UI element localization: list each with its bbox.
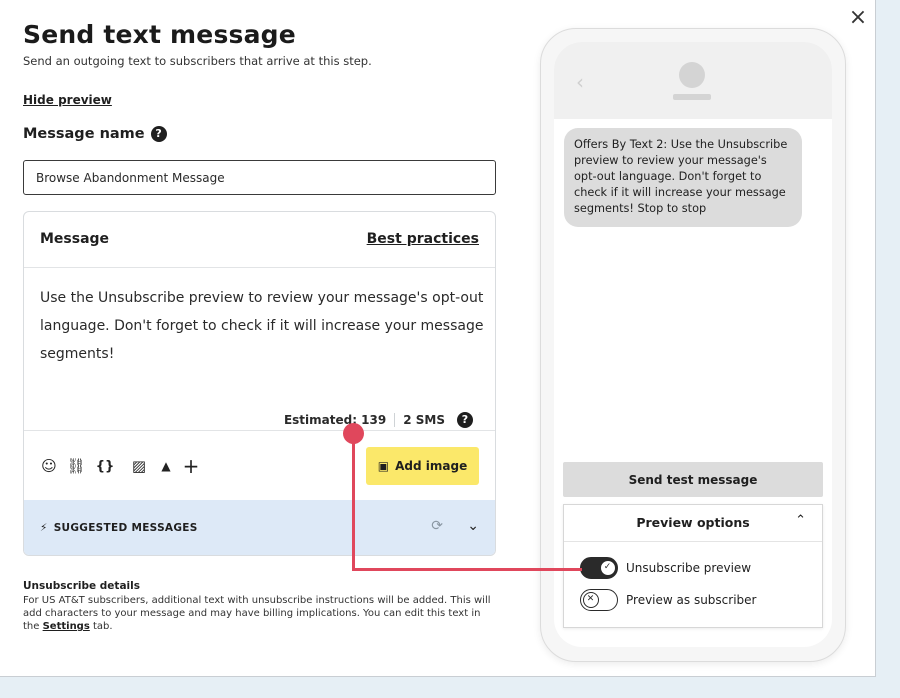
suggested-messages-bar[interactable]: ⚡ SUGGESTED MESSAGES ⟳ ⌄ [24,500,495,555]
help-icon[interactable]: ? [457,412,473,428]
message-name-label: Message name ? [23,126,167,142]
message-card-title: Message [40,231,110,247]
preview-as-subscriber-toggle[interactable]: ✕ [580,589,618,611]
suggested-messages-text: SUGGESTED MESSAGES [53,522,198,534]
preview-as-subscriber-toggle-row[interactable]: ✕ Preview as subscriber [580,589,756,611]
best-practices-link[interactable]: Best practices [367,231,479,247]
message-body-editor[interactable]: Use the Unsubscribe preview to review yo… [40,284,485,368]
unsubscribe-preview-toggle[interactable]: ✓ [580,557,618,579]
unsubscribe-preview-toggle-row[interactable]: ✓ Unsubscribe preview [580,557,751,579]
annotation-connector-vertical [352,432,355,571]
preview-options-title: Preview options [636,515,750,530]
preview-options-panel: Preview options ⌃ ✓ Unsubscribe preview … [563,504,823,628]
unsubscribe-text-after: tab. [89,621,113,632]
check-icon: ✓ [599,559,616,576]
unsubscribe-preview-label: Unsubscribe preview [626,561,752,575]
variables-icon[interactable]: {} [94,455,116,477]
page-subtitle: Send an outgoing text to subscribers tha… [23,54,372,68]
divider [394,413,396,427]
chevron-down-icon[interactable]: ⌄ [467,518,479,534]
phone-header: ‹ [554,42,832,119]
send-text-modal: × Send text message Send an outgoing tex… [0,0,876,677]
back-icon: ‹ [576,70,584,94]
contact-name-placeholder [673,94,711,100]
preview-as-subscriber-label: Preview as subscriber [626,593,757,607]
preview-options-header[interactable]: Preview options ⌃ [564,505,822,542]
suggested-messages-label: ⚡ SUGGESTED MESSAGES [40,522,198,534]
magic-wand-icon: ⚡ [40,522,48,534]
message-name-input[interactable] [23,160,496,195]
unsubscribe-details-body: For US AT&T subscribers, additional text… [23,594,498,633]
refresh-icon[interactable]: ⟳ [431,518,443,534]
hide-preview-link[interactable]: Hide preview [23,93,112,107]
message-card: Message Best practices Use the Unsubscri… [23,211,496,556]
bell-icon[interactable]: ▲ [155,455,177,477]
send-test-message-button[interactable]: Send test message [563,462,823,497]
link-icon[interactable]: ⛓ [65,455,87,477]
unsubscribe-details-title: Unsubscribe details [23,580,140,592]
emoji-icon[interactable]: ☺ [38,455,60,477]
add-image-label: Add image [395,459,468,473]
message-bubble: Offers By Text 2: Use the Unsubscribe pr… [564,128,802,227]
message-name-label-text: Message name [23,126,145,142]
estimated-count: Estimated: 139 [283,413,387,427]
image-gif-icon[interactable]: ▨ [128,455,150,477]
image-icon: ▣ [377,459,390,473]
x-icon: ✕ [582,591,599,608]
sms-count: 2 SMS [403,413,445,427]
message-toolbar: ☺ ⛓ {} ▨ ▲ + ▣ Add image [24,430,495,500]
estimate-row: Estimated: 139 2 SMS ? [284,410,473,430]
chevron-up-icon[interactable]: ⌃ [795,513,806,528]
plus-icon[interactable]: + [180,454,202,478]
help-icon[interactable]: ? [150,126,167,142]
close-button[interactable]: × [846,6,870,30]
avatar [679,62,705,88]
message-card-header: Message Best practices [24,212,495,268]
settings-link[interactable]: Settings [43,621,90,632]
page-title: Send text message [23,20,296,49]
add-image-button[interactable]: ▣ Add image [366,447,479,485]
annotation-connector-horizontal [352,568,582,571]
annotation-marker [343,423,364,444]
